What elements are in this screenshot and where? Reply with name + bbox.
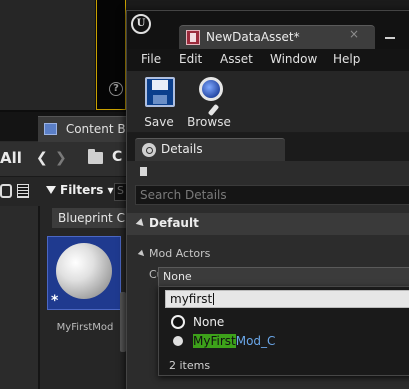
- property-mod-actors[interactable]: Mod Actors: [127, 243, 409, 267]
- radio-unselected-icon: [173, 336, 183, 346]
- data-asset-icon: [186, 30, 200, 45]
- minimize-icon[interactable]: [385, 37, 395, 39]
- asset-thumbnail[interactable]: *: [47, 236, 121, 310]
- help-icon[interactable]: ?: [109, 82, 123, 96]
- add-new-button[interactable]: All: [0, 149, 22, 167]
- tab-title: NewDataAsset*: [206, 30, 300, 44]
- asset-name-label: MyFirstMod: [56, 322, 114, 333]
- funnel-icon: [46, 186, 56, 194]
- unsaved-badge: *: [51, 293, 59, 309]
- filters-label: Filters: [60, 183, 104, 197]
- tab-content-browser[interactable]: Content Bro: [38, 116, 130, 142]
- sources-panel: [0, 206, 38, 389]
- sphere-preview: [56, 243, 112, 299]
- content-browser-toolbar: All ❮ ❯ C: [0, 142, 128, 176]
- title-bar[interactable]: U NewDataAsset* ×: [127, 11, 409, 49]
- property-label: Mod Actors: [149, 247, 211, 260]
- content-browser-filterbar: Filters ▾ S: [0, 176, 128, 206]
- menu-bar: File Edit Asset Window Help: [127, 49, 409, 71]
- expand-arrow-icon[interactable]: [137, 249, 147, 259]
- picker-search-text: myfirst: [170, 292, 213, 306]
- collection-chip[interactable]: Blueprint Cla: [52, 208, 132, 228]
- item-count: 2 items: [169, 359, 211, 372]
- asset-toolbar: Save Browse: [127, 71, 409, 133]
- expand-arrow-icon[interactable]: [135, 218, 147, 229]
- forward-arrow-icon[interactable]: ❯: [55, 150, 67, 166]
- save-icon: [145, 77, 175, 107]
- category-default[interactable]: Default: [127, 213, 409, 235]
- picker-search-input[interactable]: myfirst: [165, 290, 409, 308]
- details-search-input[interactable]: Search Details: [135, 185, 409, 205]
- search-match-highlight: MyFirst: [193, 334, 236, 348]
- content-browser-tabbar: Content Bro: [0, 112, 130, 142]
- menu-window[interactable]: Window: [270, 52, 317, 66]
- details-tabbar: Details: [127, 133, 409, 161]
- folder-icon[interactable]: [88, 149, 103, 164]
- menu-edit[interactable]: Edit: [179, 52, 202, 66]
- menu-help[interactable]: Help: [333, 52, 360, 66]
- asset-combo-box[interactable]: None: [158, 267, 409, 287]
- radio-selected-icon: [171, 315, 185, 329]
- content-browser-icon: [44, 123, 57, 135]
- magnifier-icon: [199, 77, 223, 117]
- browse-label: Browse: [187, 115, 231, 129]
- tab-newdataasset[interactable]: NewDataAsset*: [179, 25, 375, 49]
- filters-button[interactable]: Filters ▾: [46, 183, 114, 201]
- save-button[interactable]: Save: [135, 75, 183, 131]
- editor-side-panel: [0, 0, 96, 110]
- level-editor-panel: ?: [0, 0, 126, 112]
- details-icon: [142, 143, 156, 157]
- option-label-rest: Mod_C: [235, 334, 276, 348]
- tab-label: Content Bro: [65, 122, 130, 136]
- details-tab-label: Details: [161, 142, 203, 156]
- close-tab-icon[interactable]: ×: [349, 27, 359, 41]
- category-label: Default: [149, 216, 199, 230]
- menu-asset[interactable]: Asset: [220, 52, 253, 66]
- text-caret: [213, 293, 215, 305]
- back-arrow-icon[interactable]: ❮: [36, 150, 48, 166]
- option-label: None: [193, 315, 225, 329]
- path-breadcrumb[interactable]: C: [112, 149, 122, 165]
- browse-button[interactable]: Browse: [185, 75, 233, 131]
- lock-icon[interactable]: [140, 167, 147, 176]
- unreal-logo-icon: U: [131, 14, 151, 34]
- asset-view: Blueprint Cla * MyFirstMod: [38, 206, 132, 389]
- tab-details[interactable]: Details: [135, 138, 285, 161]
- asset-picker-popup: myfirst None MyFirstMod_C 2 items: [158, 286, 409, 376]
- save-label: Save: [144, 115, 174, 129]
- option-label: MyFirstMod_C: [193, 334, 275, 348]
- list-view-icon[interactable]: [17, 184, 29, 198]
- menu-file[interactable]: File: [141, 52, 161, 66]
- sources-toggle-icon[interactable]: [0, 184, 12, 198]
